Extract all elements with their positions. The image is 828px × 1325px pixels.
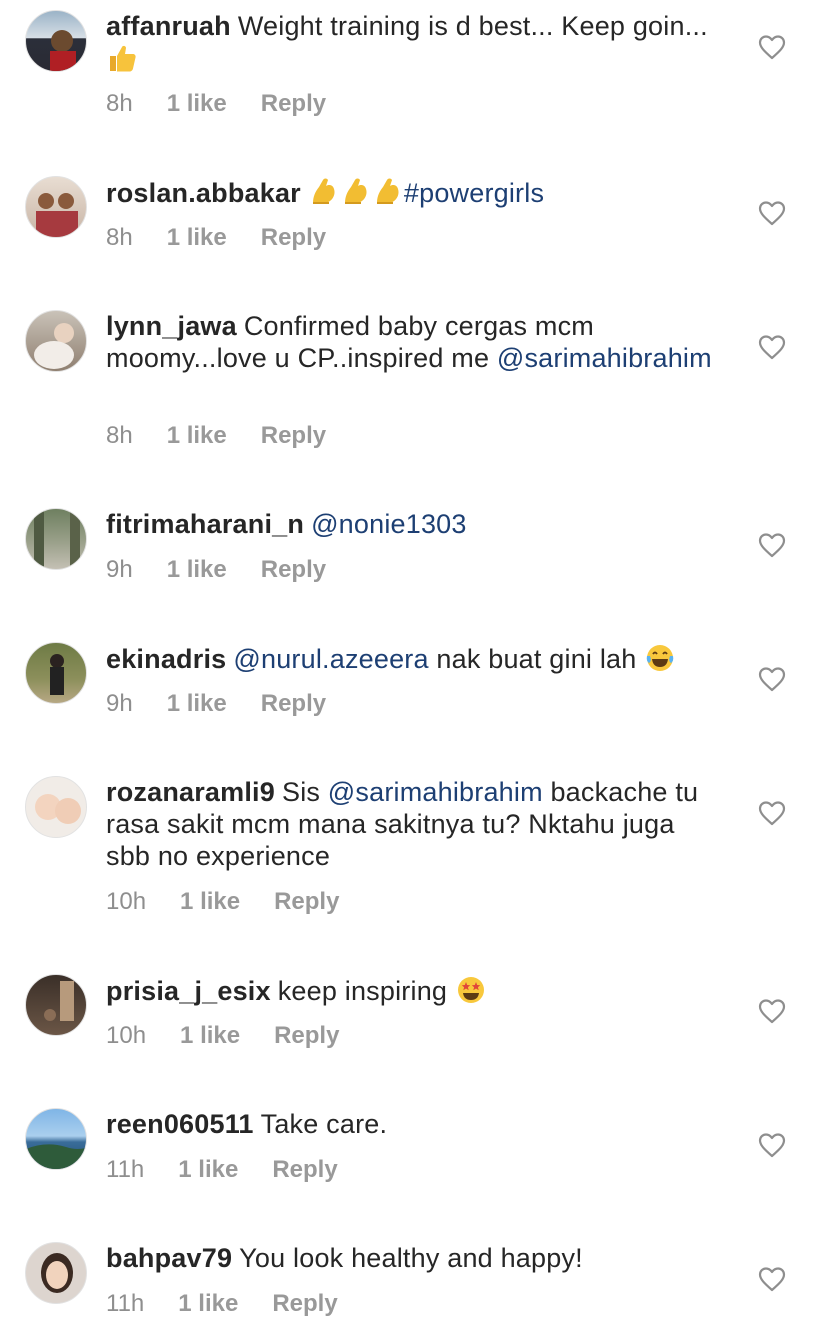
avatar[interactable] <box>25 508 87 570</box>
reply-button[interactable]: Reply <box>274 1022 339 1050</box>
comment-time: 11h <box>106 1290 145 1317</box>
reply-button[interactable]: Reply <box>261 556 326 584</box>
reply-button[interactable]: Reply <box>272 1290 337 1318</box>
heart-outline-icon[interactable] <box>758 666 786 692</box>
comment-meta: 11h 1 like Reply <box>106 1290 338 1318</box>
flexed-biceps-emoji <box>340 176 372 208</box>
comment-body: nak buat gini lah <box>436 644 637 674</box>
comment-text: bahpav79 You look healthy and happy! <box>106 1242 726 1274</box>
comment-username[interactable]: lynn_jawa <box>106 311 237 341</box>
star-struck-emoji <box>455 974 487 1006</box>
comment-text: lynn_jawa Confirmed baby cergas mcm moomy… <box>106 310 726 374</box>
comment-body: You look healthy and happy! <box>239 1243 583 1273</box>
avatar[interactable] <box>25 642 87 704</box>
comment-meta: 11h 1 like Reply <box>106 1156 338 1184</box>
mention-link[interactable]: @sarimahibrahim <box>328 777 543 807</box>
comment-time: 10h <box>106 888 147 915</box>
comment-username[interactable]: prisia_j_esix <box>106 976 271 1006</box>
comment-time: 11h <box>106 1156 145 1183</box>
comment-likes[interactable]: 1 like <box>178 1156 238 1184</box>
comment-body: Weight training is d best... Keep goin..… <box>237 11 708 41</box>
heart-outline-icon[interactable] <box>758 34 786 60</box>
comment-body: keep inspiring <box>277 976 448 1006</box>
flexed-biceps-emoji <box>372 176 404 208</box>
avatar[interactable] <box>25 310 87 372</box>
comment-meta: 10h 1 like Reply <box>106 1022 339 1050</box>
comment-likes[interactable]: 1 like <box>167 224 227 252</box>
comment-time: 9h <box>106 556 133 583</box>
mention-link[interactable]: @sarimahibrahim <box>497 343 712 373</box>
reply-button[interactable]: Reply <box>274 888 339 916</box>
reply-button[interactable]: Reply <box>261 90 326 118</box>
comment-body-prefix: Sis <box>281 777 321 807</box>
reply-button[interactable]: Reply <box>272 1156 337 1184</box>
heart-outline-icon[interactable] <box>758 532 786 558</box>
tears-of-joy-emoji <box>644 642 676 674</box>
thumbs-up-emoji <box>106 42 138 74</box>
flexed-biceps-emoji <box>308 176 340 208</box>
hashtag-link[interactable]: #powergirls <box>404 178 544 208</box>
comment-username[interactable]: fitrimaharani_n <box>106 509 304 539</box>
comment-likes[interactable]: 1 like <box>167 556 227 584</box>
comment-likes[interactable]: 1 like <box>180 1022 240 1050</box>
comment-username[interactable]: roslan.abbakar <box>106 178 301 208</box>
comment-likes[interactable]: 1 like <box>167 690 227 718</box>
comment-time: 8h <box>106 224 133 251</box>
heart-outline-icon[interactable] <box>758 200 786 226</box>
heart-outline-icon[interactable] <box>758 1266 786 1292</box>
heart-outline-icon[interactable] <box>758 1132 786 1158</box>
heart-outline-icon[interactable] <box>758 800 786 826</box>
comment-body: Take care. <box>260 1109 388 1139</box>
mention-link[interactable]: @nonie1303 <box>311 509 467 539</box>
comment-likes[interactable]: 1 like <box>167 90 227 118</box>
comment-text: reen060511 Take care. <box>106 1108 726 1140</box>
comment-username[interactable]: rozanaramli9 <box>106 777 275 807</box>
comment-time: 8h <box>106 422 133 449</box>
avatar[interactable] <box>25 10 87 72</box>
comment-meta: 9h 1 like Reply <box>106 556 326 584</box>
comment-meta: 8h 1 like Reply <box>106 422 326 450</box>
heart-outline-icon[interactable] <box>758 334 786 360</box>
avatar[interactable] <box>25 974 87 1036</box>
comment-likes[interactable]: 1 like <box>180 888 240 916</box>
comment-time: 8h <box>106 90 133 117</box>
comment-time: 10h <box>106 1022 147 1049</box>
reply-button[interactable]: Reply <box>261 224 326 252</box>
avatar[interactable] <box>25 176 87 238</box>
comment-username[interactable]: affanruah <box>106 11 231 41</box>
heart-outline-icon[interactable] <box>758 998 786 1024</box>
comment-meta: 10h 1 like Reply <box>106 888 339 916</box>
comment-username[interactable]: reen060511 <box>106 1109 254 1139</box>
avatar[interactable] <box>25 776 87 838</box>
comment-time: 9h <box>106 690 133 717</box>
comment-username[interactable]: bahpav79 <box>106 1243 232 1273</box>
comment-text: rozanaramli9 Sis @sarimahibrahim backache… <box>106 776 726 872</box>
comment-username[interactable]: ekinadris <box>106 644 226 674</box>
comment-text: ekinadris @nurul.azeeera nak buat gini la… <box>106 642 726 675</box>
comment-meta: 8h 1 like Reply <box>106 224 326 252</box>
comment-text: fitrimaharani_n @nonie1303 <box>106 508 726 540</box>
avatar[interactable] <box>25 1242 87 1304</box>
comment-likes[interactable]: 1 like <box>178 1290 238 1318</box>
reply-button[interactable]: Reply <box>261 690 326 718</box>
mention-link[interactable]: @nurul.azeeera <box>233 644 428 674</box>
comment-text: affanruah Weight training is d best... Ke… <box>106 10 726 75</box>
comment-text: roslan.abbakar #powergirls <box>106 176 726 209</box>
avatar[interactable] <box>25 1108 87 1170</box>
reply-button[interactable]: Reply <box>261 422 326 450</box>
comment-likes[interactable]: 1 like <box>167 422 227 450</box>
comment-meta: 9h 1 like Reply <box>106 690 326 718</box>
comment-meta: 8h 1 like Reply <box>106 90 326 118</box>
comment-text: prisia_j_esix keep inspiring <box>106 974 726 1007</box>
